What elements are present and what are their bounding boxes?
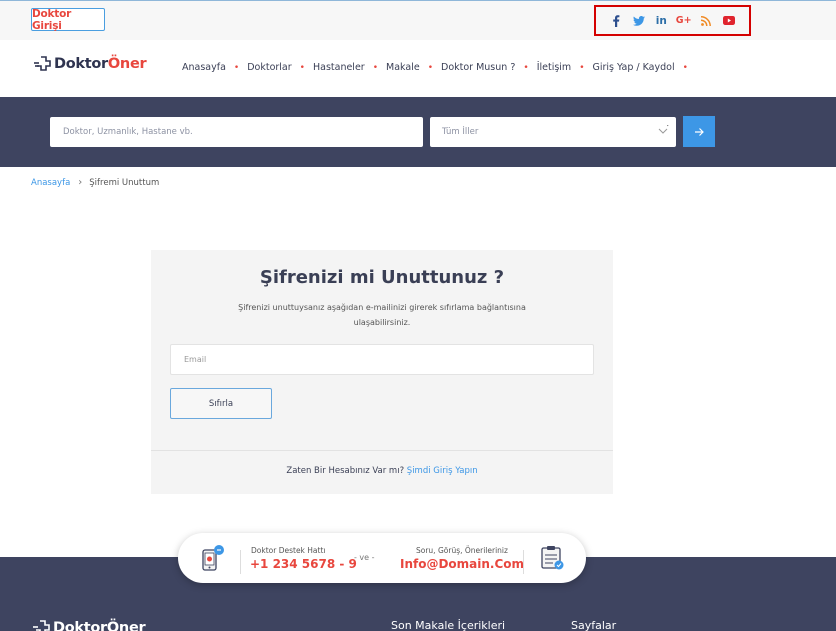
main-header: DoktorÖner Anasayfa • Doktorlar • Hastan… [0,40,836,97]
have-account-text: Zaten Bir Hesabınız Var mı? [286,466,405,476]
card-divider [151,450,613,451]
nav-item-home[interactable]: Anasayfa [182,62,226,73]
logo-cross-icon [33,620,50,631]
search-button[interactable] [683,116,715,147]
footer-articles-heading: Son Makale İçerikleri [391,619,506,631]
contact-label: Soru, Görüş, Önerileriniz [416,546,508,555]
support-phone-number[interactable]: +1 234 5678 - 9 [250,557,357,571]
nav-separator: • [523,62,529,73]
site-logo[interactable]: DoktorÖner [34,56,147,72]
support-line-label: Doktor Destek Hattı [251,546,326,555]
breadcrumb: Anasayfa › Şifremi Unuttum [31,177,159,188]
linkedin-icon[interactable]: in [653,13,669,29]
nav-separator: • [682,62,688,73]
logo-cross-icon [34,56,51,71]
search-input[interactable]: Doktor, Uzmanlık, Hastane vb. [50,117,423,147]
nav-item-hospitals[interactable]: Hastaneler [313,62,365,73]
nav-separator: • [579,62,585,73]
twitter-icon[interactable] [631,13,647,29]
city-select[interactable]: Tüm İller [430,117,676,147]
rss-icon[interactable] [698,13,714,29]
login-now-link[interactable]: Şimdi Giriş Yapın [407,466,478,476]
nav-item-doctors[interactable]: Doktorlar [247,62,291,73]
card-footer: Zaten Bir Hesabınız Var mı? Şimdi Giriş … [151,466,613,476]
card-description: Şifrenizi unuttuysanız aşağıdan e-mailin… [238,303,526,327]
reset-button[interactable]: Sıfırla [170,388,272,419]
contact-email[interactable]: Info@Domain.Com [400,557,524,571]
nav-item-articles[interactable]: Makale [386,62,420,73]
main-nav: Anasayfa • Doktorlar • Hastaneler • Maka… [182,62,696,73]
footer-pages-heading: Sayfalar [571,619,617,631]
breadcrumb-current: Şifremi Unuttum [89,177,160,188]
arrow-right-icon [695,127,704,136]
google-plus-icon[interactable]: G+ [676,13,692,29]
pill-separator-text: - ve - [354,553,375,562]
forgot-password-card: Şifrenizi mi Unuttunuz ? Şifrenizi unutt… [151,250,613,494]
doctor-login-button[interactable]: Doktor Girişi [31,8,105,32]
nav-separator: • [299,62,305,73]
clipboard-icon [541,546,564,570]
email-field[interactable]: Email [170,344,594,375]
breadcrumb-home-link[interactable]: Anasayfa [31,178,70,188]
nav-separator: • [233,62,240,73]
nav-separator: • [427,62,433,73]
nav-item-login-register[interactable]: Giriş Yap / Kaydol [593,62,675,73]
contact-pill: Doktor Destek Hattı +1 234 5678 - 9 - ve… [178,533,586,583]
pill-divider [240,550,241,574]
city-select-value: Tüm İller [442,127,479,137]
facebook-icon[interactable] [608,13,624,29]
phone-support-icon [202,545,224,571]
social-icons-group: in G+ [594,5,751,36]
search-band: Doktor, Uzmanlık, Hastane vb. Tüm İller [0,97,836,167]
top-bar: Doktor Girişi in G+ [0,0,836,40]
nav-separator: • [372,62,379,73]
nav-item-are-you-doctor[interactable]: Doktor Musun ? [441,62,515,73]
footer-logo[interactable]: DoktorÖner [33,620,146,631]
pill-divider [523,550,524,574]
youtube-icon[interactable] [721,13,737,29]
footer-logo-text: DoktorÖner [53,620,146,631]
nav-item-contact[interactable]: İletişim [537,62,572,73]
breadcrumb-chevron-icon: › [78,177,83,188]
logo-text: DoktorÖner [54,56,147,72]
chevron-down-icon [658,125,669,134]
card-title: Şifrenizi mi Unuttunuz ? [259,267,505,288]
